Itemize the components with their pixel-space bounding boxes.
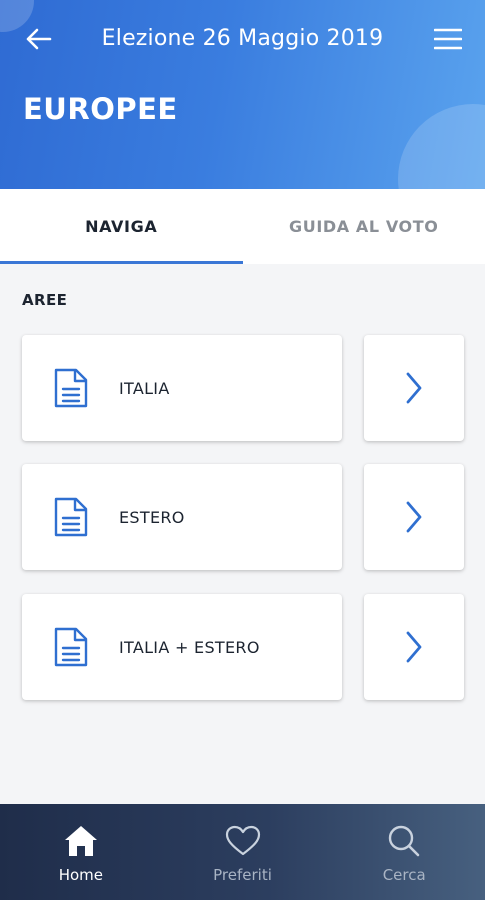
area-arrow-button-italia-estero[interactable] xyxy=(364,594,464,700)
tab-guida-al-voto[interactable]: GUIDA AL VOTO xyxy=(243,189,485,264)
nav-cerca[interactable]: Cerca xyxy=(323,804,485,900)
decorative-circle xyxy=(398,104,485,189)
back-button[interactable] xyxy=(18,20,58,58)
area-label: ESTERO xyxy=(119,507,185,527)
nav-label: Cerca xyxy=(382,866,426,884)
nav-label: Preferiti xyxy=(213,866,272,884)
nav-label: Home xyxy=(58,866,103,884)
hamburger-menu-icon xyxy=(434,28,462,50)
search-icon xyxy=(388,825,420,857)
area-label: ITALIA xyxy=(119,378,170,398)
tab-bar: NAVIGA GUIDA AL VOTO xyxy=(0,189,485,264)
nav-home[interactable]: Home xyxy=(0,804,162,900)
chevron-right-icon xyxy=(406,372,422,404)
home-icon xyxy=(64,826,97,856)
nav-preferiti[interactable]: Preferiti xyxy=(162,804,324,900)
chevron-right-icon xyxy=(406,631,422,663)
document-icon xyxy=(54,497,88,537)
area-card-italia-estero[interactable]: ITALIA + ESTERO xyxy=(22,594,342,700)
area-card-italia[interactable]: ITALIA xyxy=(22,335,342,441)
bottom-navigation: Home Preferiti Cerca xyxy=(0,804,485,900)
document-icon xyxy=(54,627,88,667)
heart-icon xyxy=(225,825,260,856)
section-label: AREE xyxy=(22,291,68,309)
area-row: ESTERO xyxy=(22,464,464,570)
app-header: Elezione 26 Maggio 2019 EUROPEE xyxy=(0,0,485,189)
document-icon xyxy=(54,368,88,408)
page-title: EUROPEE xyxy=(23,92,178,126)
header-title: Elezione 26 Maggio 2019 xyxy=(101,26,384,51)
area-card-estero[interactable]: ESTERO xyxy=(22,464,342,570)
area-arrow-button-estero[interactable] xyxy=(364,464,464,570)
area-arrow-button-italia[interactable] xyxy=(364,335,464,441)
area-row: ITALIA xyxy=(22,335,464,441)
arrow-left-icon xyxy=(26,28,52,50)
area-label: ITALIA + ESTERO xyxy=(119,637,260,657)
area-row: ITALIA + ESTERO xyxy=(22,594,464,700)
tab-naviga[interactable]: NAVIGA xyxy=(0,189,243,264)
chevron-right-icon xyxy=(406,501,422,533)
menu-button[interactable] xyxy=(428,20,468,58)
